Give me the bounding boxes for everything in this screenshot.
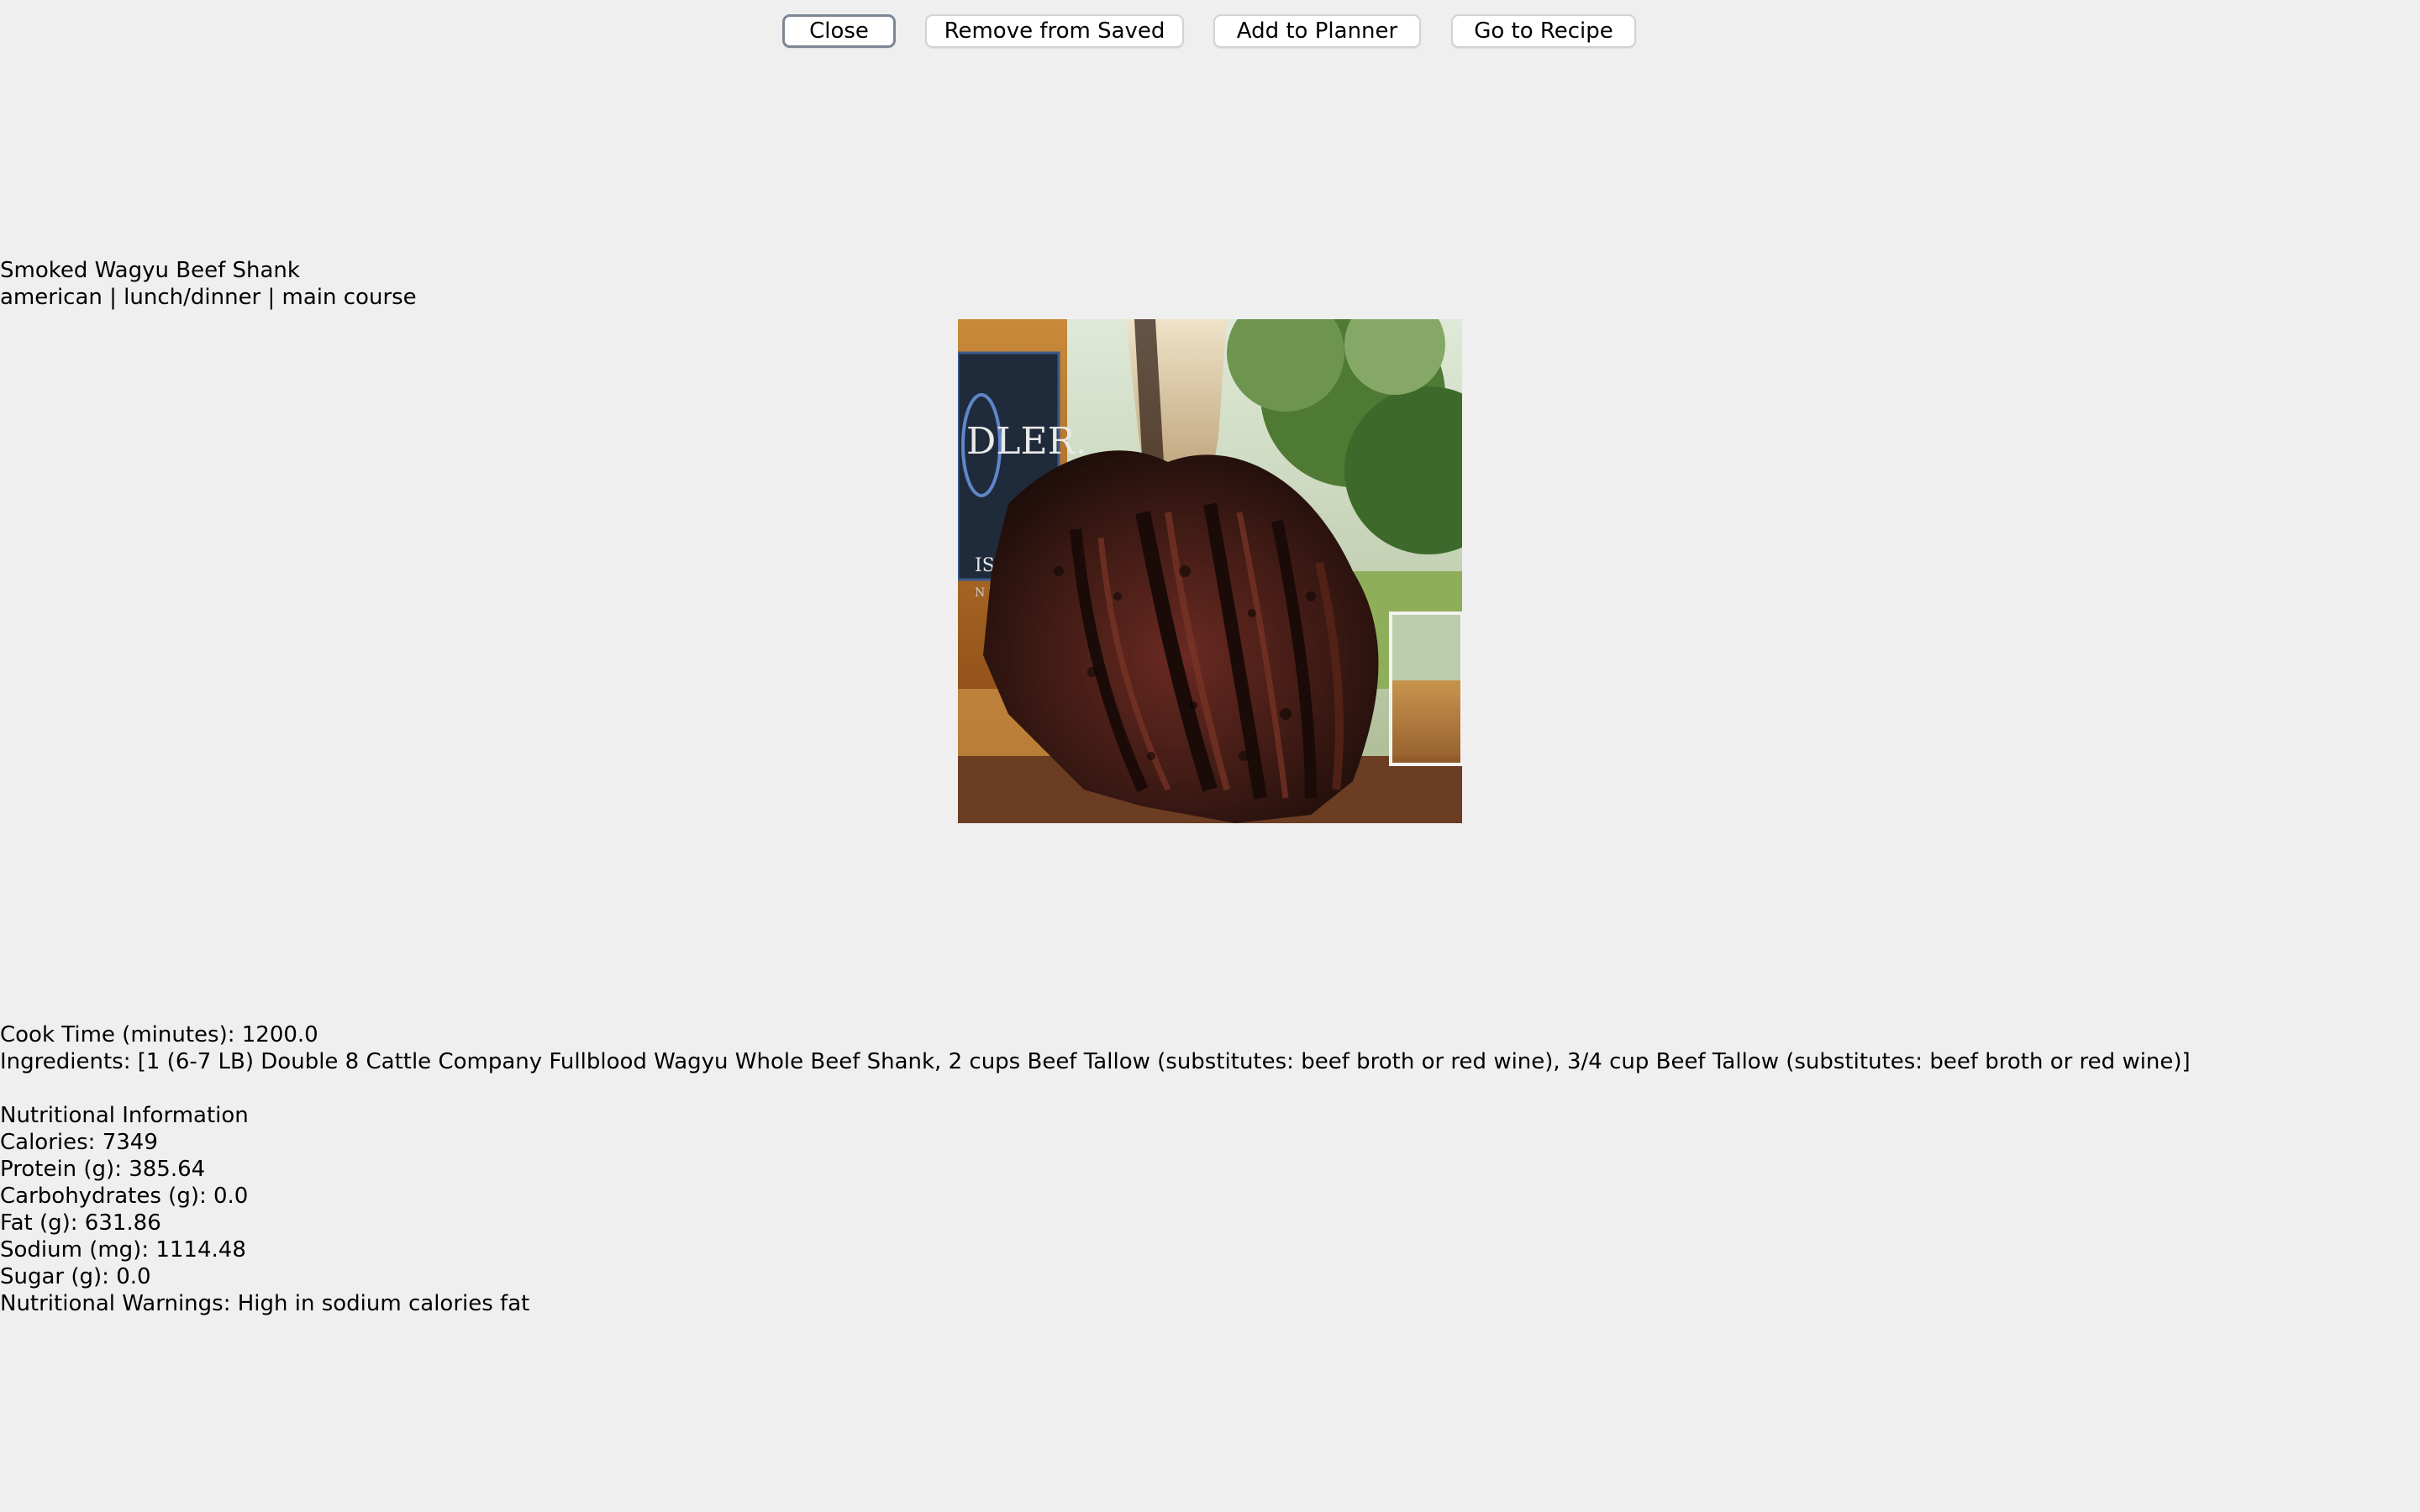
nutrition-protein: Protein (g): 385.64: [0, 1157, 206, 1182]
recipe-tags: american | lunch/dinner | main course: [0, 285, 417, 310]
recipe-image: DLER. ISON N WHI: [958, 319, 1462, 823]
dialog-toolbar: Close Remove from Saved Add to Planner G…: [0, 14, 2420, 50]
close-button[interactable]: Close: [782, 14, 896, 48]
nutrition-fat: Fat (g): 631.86: [0, 1210, 161, 1236]
nutrition-calories: Calories: 7349: [0, 1130, 158, 1155]
nutrition-carbohydrates: Carbohydrates (g): 0.0: [0, 1184, 249, 1209]
nutrition-sodium: Sodium (mg): 1114.48: [0, 1237, 246, 1263]
nutrition-warnings: Nutritional Warnings: High in sodium cal…: [0, 1291, 530, 1316]
cook-time: Cook Time (minutes): 1200.0: [0, 1022, 318, 1047]
bottle-label-text: DLER.: [966, 420, 1087, 463]
remove-from-saved-button[interactable]: Remove from Saved: [925, 14, 1184, 48]
go-to-recipe-button[interactable]: Go to Recipe: [1451, 14, 1636, 48]
nutrition-sugar: Sugar (g): 0.0: [0, 1264, 151, 1289]
add-to-planner-button[interactable]: Add to Planner: [1213, 14, 1421, 48]
recipe-title: Smoked Wagyu Beef Shank: [0, 258, 300, 283]
nutrition-heading: Nutritional Information: [0, 1103, 249, 1128]
ingredients-list: Ingredients: [1 (6-7 LB) Double 8 Cattle…: [0, 1049, 2191, 1074]
